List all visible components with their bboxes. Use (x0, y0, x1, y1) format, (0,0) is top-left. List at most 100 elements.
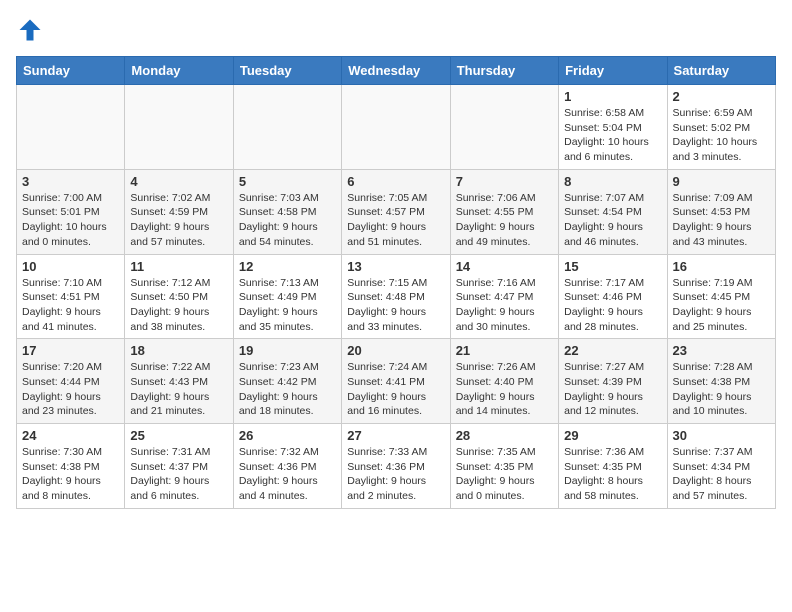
calendar-cell (17, 85, 125, 170)
calendar-cell: 29 Sunrise: 7:36 AM Sunset: 4:35 PM Dayli… (559, 424, 667, 509)
day-number: 17 (22, 343, 119, 358)
calendar-week-2: 10Sunrise: 7:10 AM Sunset: 4:51 PM Dayli… (17, 254, 776, 339)
calendar-cell: 23 Sunrise: 7:28 AM Sunset: 4:38 PM Dayli… (667, 339, 775, 424)
calendar-week-3: 17 Sunrise: 7:20 AM Sunset: 4:44 PM Dayli… (17, 339, 776, 424)
day-info: Sunrise: 7:05 AM Sunset: 4:57 PM Dayligh… (347, 191, 444, 250)
day-number: 18 (130, 343, 227, 358)
calendar-cell: 24 Sunrise: 7:30 AM Sunset: 4:38 PM Dayli… (17, 424, 125, 509)
header (16, 16, 776, 44)
day-info: Sunrise: 7:26 AM Sunset: 4:40 PM Dayligh… (456, 360, 553, 419)
day-number: 9 (673, 174, 770, 189)
calendar-cell (233, 85, 341, 170)
day-info: Sunrise: 7:33 AM Sunset: 4:36 PM Dayligh… (347, 445, 444, 504)
day-info: Sunrise: 7:28 AM Sunset: 4:38 PM Dayligh… (673, 360, 770, 419)
day-info: Sunrise: 7:19 AM Sunset: 4:45 PM Dayligh… (673, 276, 770, 335)
day-info: Sunrise: 7:06 AM Sunset: 4:55 PM Dayligh… (456, 191, 553, 250)
calendar-cell: 25 Sunrise: 7:31 AM Sunset: 4:37 PM Dayli… (125, 424, 233, 509)
day-info: Sunrise: 7:35 AM Sunset: 4:35 PM Dayligh… (456, 445, 553, 504)
calendar-week-1: 3 Sunrise: 7:00 AM Sunset: 5:01 PM Daylig… (17, 169, 776, 254)
calendar-cell: 11 Sunrise: 7:12 AM Sunset: 4:50 PM Dayli… (125, 254, 233, 339)
calendar-cell: 20 Sunrise: 7:24 AM Sunset: 4:41 PM Dayli… (342, 339, 450, 424)
day-info: Sunrise: 6:58 AM Sunset: 5:04 PM Dayligh… (564, 106, 661, 165)
day-number: 29 (564, 428, 661, 443)
day-number: 23 (673, 343, 770, 358)
day-number: 13 (347, 259, 444, 274)
day-header-sunday: Sunday (17, 57, 125, 85)
calendar-cell: 7 Sunrise: 7:06 AM Sunset: 4:55 PM Daylig… (450, 169, 558, 254)
calendar-cell: 2Sunrise: 6:59 AM Sunset: 5:02 PM Daylig… (667, 85, 775, 170)
calendar-cell: 5 Sunrise: 7:03 AM Sunset: 4:58 PM Daylig… (233, 169, 341, 254)
day-number: 26 (239, 428, 336, 443)
calendar-cell: 18 Sunrise: 7:22 AM Sunset: 4:43 PM Dayli… (125, 339, 233, 424)
day-number: 6 (347, 174, 444, 189)
day-number: 25 (130, 428, 227, 443)
calendar-body: 1 Sunrise: 6:58 AM Sunset: 5:04 PM Daylig… (17, 85, 776, 509)
calendar-week-0: 1 Sunrise: 6:58 AM Sunset: 5:04 PM Daylig… (17, 85, 776, 170)
calendar-cell: 19 Sunrise: 7:23 AM Sunset: 4:42 PM Dayli… (233, 339, 341, 424)
calendar-cell: 8 Sunrise: 7:07 AM Sunset: 4:54 PM Daylig… (559, 169, 667, 254)
day-number: 28 (456, 428, 553, 443)
day-info: Sunrise: 7:30 AM Sunset: 4:38 PM Dayligh… (22, 445, 119, 504)
day-number: 10 (22, 259, 119, 274)
calendar-cell: 4 Sunrise: 7:02 AM Sunset: 4:59 PM Daylig… (125, 169, 233, 254)
calendar-cell: 30 Sunrise: 7:37 AM Sunset: 4:34 PM Dayli… (667, 424, 775, 509)
calendar-cell: 28 Sunrise: 7:35 AM Sunset: 4:35 PM Dayli… (450, 424, 558, 509)
calendar-week-4: 24 Sunrise: 7:30 AM Sunset: 4:38 PM Dayli… (17, 424, 776, 509)
calendar-cell: 21 Sunrise: 7:26 AM Sunset: 4:40 PM Dayli… (450, 339, 558, 424)
day-header-monday: Monday (125, 57, 233, 85)
day-info: Sunrise: 7:37 AM Sunset: 4:34 PM Dayligh… (673, 445, 770, 504)
day-number: 27 (347, 428, 444, 443)
logo (16, 16, 48, 44)
calendar-cell: 26 Sunrise: 7:32 AM Sunset: 4:36 PM Dayli… (233, 424, 341, 509)
day-number: 11 (130, 259, 227, 274)
day-info: Sunrise: 7:15 AM Sunset: 4:48 PM Dayligh… (347, 276, 444, 335)
day-info: Sunrise: 7:12 AM Sunset: 4:50 PM Dayligh… (130, 276, 227, 335)
day-info: Sunrise: 7:13 AM Sunset: 4:49 PM Dayligh… (239, 276, 336, 335)
day-number: 7 (456, 174, 553, 189)
calendar-cell: 3 Sunrise: 7:00 AM Sunset: 5:01 PM Daylig… (17, 169, 125, 254)
day-header-wednesday: Wednesday (342, 57, 450, 85)
calendar-cell: 13 Sunrise: 7:15 AM Sunset: 4:48 PM Dayli… (342, 254, 450, 339)
day-info: Sunrise: 7:09 AM Sunset: 4:53 PM Dayligh… (673, 191, 770, 250)
day-number: 5 (239, 174, 336, 189)
day-info: Sunrise: 7:36 AM Sunset: 4:35 PM Dayligh… (564, 445, 661, 504)
day-number: 21 (456, 343, 553, 358)
calendar-table: SundayMondayTuesdayWednesdayThursdayFrid… (16, 56, 776, 509)
calendar-cell: 6 Sunrise: 7:05 AM Sunset: 4:57 PM Daylig… (342, 169, 450, 254)
day-header-tuesday: Tuesday (233, 57, 341, 85)
day-number: 3 (22, 174, 119, 189)
calendar-cell (450, 85, 558, 170)
day-info: Sunrise: 7:24 AM Sunset: 4:41 PM Dayligh… (347, 360, 444, 419)
calendar-cell: 1 Sunrise: 6:58 AM Sunset: 5:04 PM Daylig… (559, 85, 667, 170)
day-info: Sunrise: 7:07 AM Sunset: 4:54 PM Dayligh… (564, 191, 661, 250)
calendar-cell (125, 85, 233, 170)
day-number: 12 (239, 259, 336, 274)
day-info: Sunrise: 7:31 AM Sunset: 4:37 PM Dayligh… (130, 445, 227, 504)
day-info: Sunrise: 7:27 AM Sunset: 4:39 PM Dayligh… (564, 360, 661, 419)
day-number: 24 (22, 428, 119, 443)
day-info: Sunrise: 7:23 AM Sunset: 4:42 PM Dayligh… (239, 360, 336, 419)
day-number: 1 (564, 89, 661, 104)
day-number: 15 (564, 259, 661, 274)
day-info: Sunrise: 7:02 AM Sunset: 4:59 PM Dayligh… (130, 191, 227, 250)
calendar-cell: 16 Sunrise: 7:19 AM Sunset: 4:45 PM Dayli… (667, 254, 775, 339)
day-number: 30 (673, 428, 770, 443)
day-info: Sunrise: 7:22 AM Sunset: 4:43 PM Dayligh… (130, 360, 227, 419)
calendar-cell: 22 Sunrise: 7:27 AM Sunset: 4:39 PM Dayli… (559, 339, 667, 424)
day-info: Sunrise: 7:20 AM Sunset: 4:44 PM Dayligh… (22, 360, 119, 419)
calendar-cell: 14Sunrise: 7:16 AM Sunset: 4:47 PM Dayli… (450, 254, 558, 339)
logo-icon (16, 16, 44, 44)
day-number: 20 (347, 343, 444, 358)
day-number: 19 (239, 343, 336, 358)
day-number: 22 (564, 343, 661, 358)
day-number: 8 (564, 174, 661, 189)
day-header-saturday: Saturday (667, 57, 775, 85)
day-info: Sunrise: 7:16 AM Sunset: 4:47 PM Dayligh… (456, 276, 553, 335)
day-number: 4 (130, 174, 227, 189)
day-info: Sunrise: 7:03 AM Sunset: 4:58 PM Dayligh… (239, 191, 336, 250)
day-info: Sunrise: 7:00 AM Sunset: 5:01 PM Dayligh… (22, 191, 119, 250)
calendar-header-row: SundayMondayTuesdayWednesdayThursdayFrid… (17, 57, 776, 85)
day-info: Sunrise: 7:32 AM Sunset: 4:36 PM Dayligh… (239, 445, 336, 504)
day-number: 16 (673, 259, 770, 274)
day-header-thursday: Thursday (450, 57, 558, 85)
